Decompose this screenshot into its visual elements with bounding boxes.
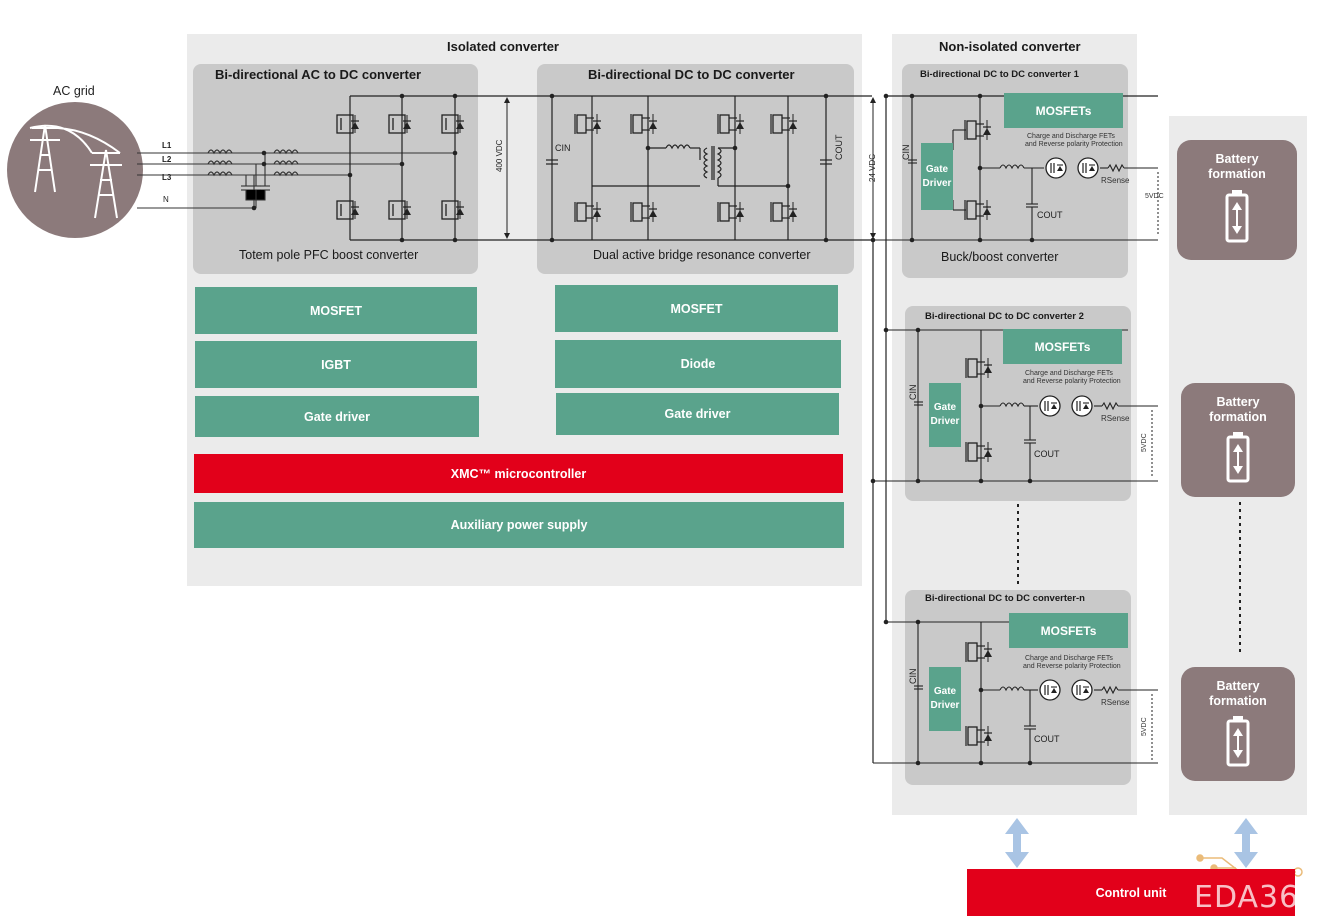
eda365-watermark: EDA365 (1194, 880, 1317, 915)
converter-n-rsense-label: RSense (1101, 698, 1130, 707)
battery-icon (1226, 716, 1250, 767)
battery-icon (1225, 190, 1249, 243)
converter-2-gate-driver-line2: Driver (930, 416, 960, 427)
auxiliary-power-supply-block: Auxiliary power supply (194, 502, 844, 548)
bus-400vdc-label: 400 VDC (495, 139, 504, 172)
converter-1-protection-line2: and Reverse polarity Protection (1025, 141, 1123, 148)
bus-24vdc-label: 24 VDC (868, 153, 877, 182)
converter-1-mosfets-block: MOSFETs (1004, 93, 1123, 128)
converter-2-protection-line2: and Reverse polarity Protection (1023, 378, 1121, 385)
converter-2-cin-label: CIN (908, 384, 918, 401)
converter-1-protection-line1: Charge and Discharge FETs (1027, 133, 1115, 140)
converter-2-gate-driver-line1: Gate (933, 402, 957, 413)
converter-2-5vdc-label: 5VDC (1141, 433, 1148, 452)
converter-1-gate-driver-line1: Gate (925, 163, 949, 175)
converter-n-gate-driver-line1: Gate (933, 686, 957, 697)
ac-dc-mosfet-block: MOSFET (195, 287, 477, 334)
converter-n-cout-label: COUT (1034, 734, 1060, 744)
ac-grid-label: AC grid (53, 84, 95, 98)
battery-formation-n: Battery formation (1181, 667, 1295, 781)
xmc-microcontroller-block: XMC™ microcontroller (194, 454, 843, 493)
line-n-label: N (163, 195, 169, 204)
converter-1-gate-driver-line2: Driver (922, 177, 952, 189)
converter-n-protection-line1: Charge and Discharge FETs (1025, 655, 1113, 662)
line-l2-label: L2 (162, 155, 172, 164)
converter-2-rsense-label: RSense (1101, 414, 1130, 423)
converter-n-gate-driver-block: Gate Driver (929, 667, 961, 731)
dc-dc-diode-block: Diode (555, 340, 841, 388)
converter-2-gate-driver-block: Gate Driver (929, 383, 961, 447)
converter-n-protection-line2: and Reverse polarity Protection (1023, 663, 1121, 670)
ac-dc-gate-driver-block: Gate driver (195, 396, 479, 437)
battery-formation-1: Battery formation (1177, 140, 1297, 260)
battery-icon (1226, 432, 1250, 483)
converter-1-5vdc-label: 5VDC (1145, 193, 1164, 200)
converter-1-gate-driver-block: Gate Driver (921, 143, 953, 210)
converter-1-rsense-label: RSense (1101, 176, 1130, 185)
dc-dc-cout-label: COUT (834, 134, 844, 161)
line-l3-label: L3 (162, 173, 172, 182)
converter-n-mosfets-block: MOSFETs (1009, 613, 1128, 648)
converter-n-5vdc-label: 5VDC (1141, 717, 1148, 736)
converter-1-cin-label: CIN (901, 144, 911, 161)
dc-dc-cin-label: CIN (555, 143, 571, 153)
converter-2-mosfets-block: MOSFETs (1003, 329, 1122, 364)
dc-dc-gate-driver-block: Gate driver (556, 393, 839, 435)
ac-dc-igbt-block: IGBT (195, 341, 477, 388)
converter-n-cin-label: CIN (908, 668, 918, 685)
dc-dc-mosfet-block: MOSFET (555, 285, 838, 332)
converter-1-cout-label: COUT (1037, 210, 1063, 220)
converter-2-cout-label: COUT (1034, 449, 1060, 459)
converter-2-protection-line1: Charge and Discharge FETs (1025, 370, 1113, 377)
line-l1-label: L1 (162, 141, 172, 150)
converter-n-gate-driver-line2: Driver (930, 700, 960, 711)
battery-formation-2: Battery formation (1181, 383, 1295, 497)
